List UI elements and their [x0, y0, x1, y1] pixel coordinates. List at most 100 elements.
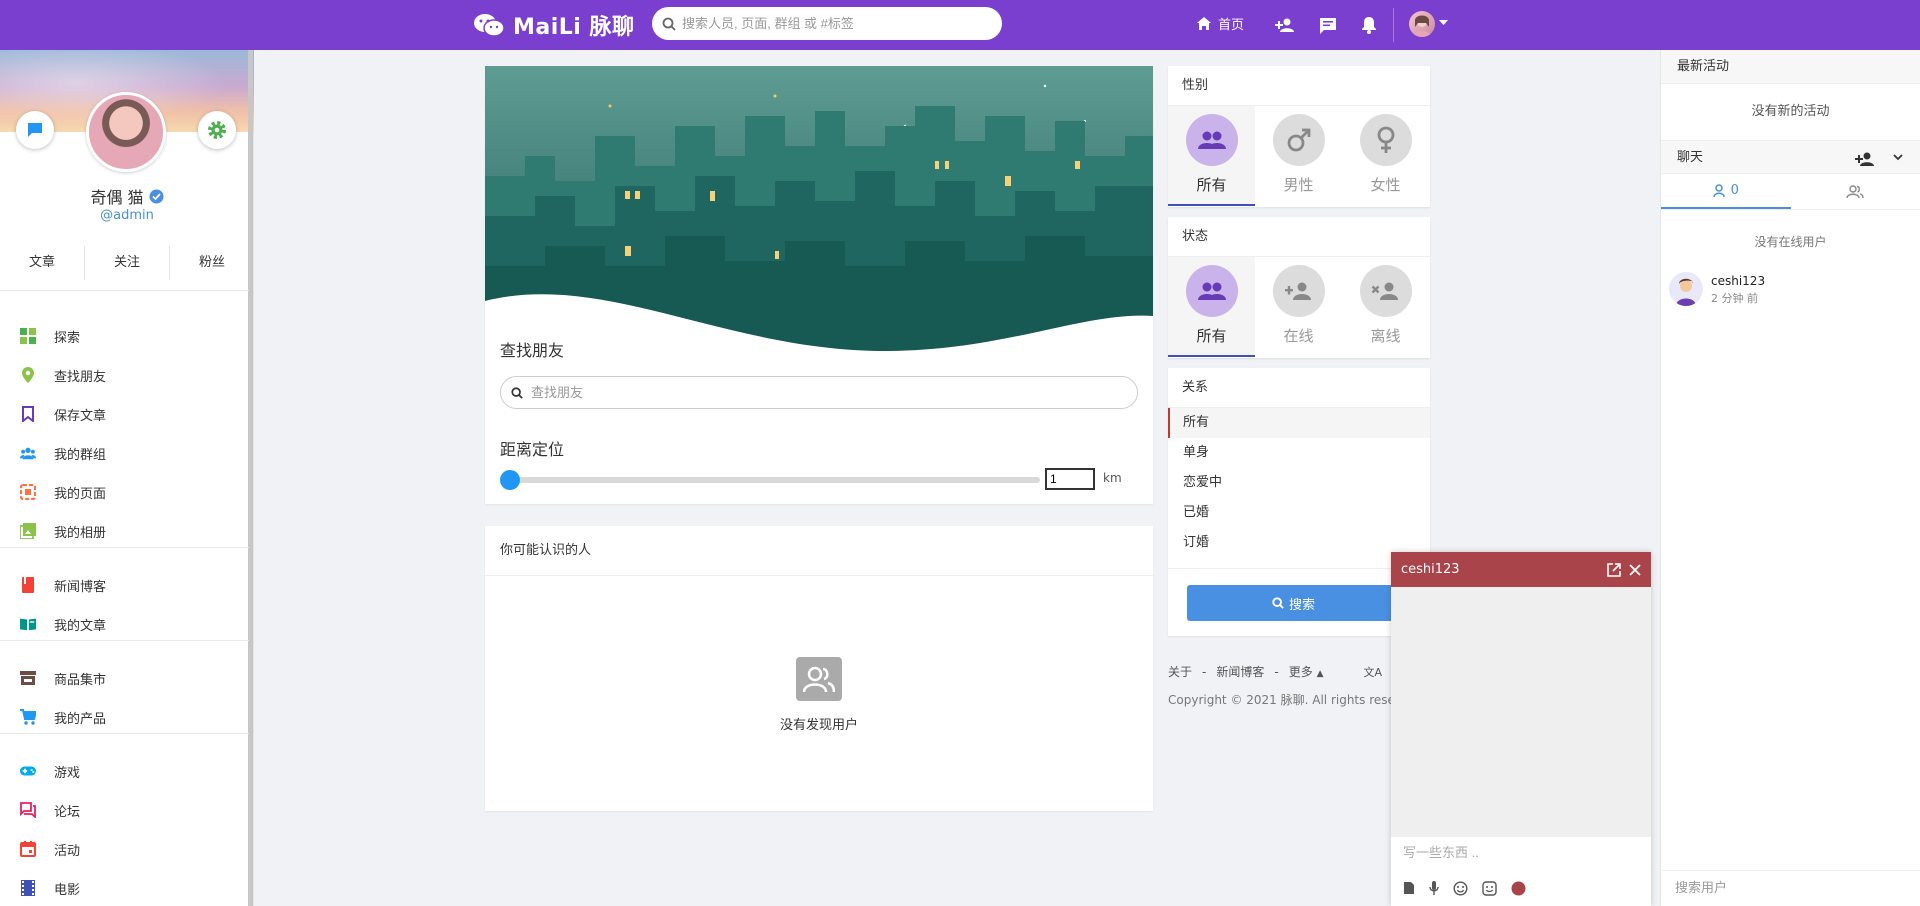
message-profile-button[interactable] [16, 111, 54, 149]
add-friend-icon[interactable] [1853, 151, 1877, 167]
tab-online-users[interactable]: 0 [1661, 174, 1791, 209]
chat-window-header[interactable]: ceshi123 [1391, 552, 1651, 587]
people-you-may-know-card: 你可能认识的人 没有发现用户 [485, 526, 1153, 811]
chat-input-box[interactable] [1391, 837, 1651, 871]
copyright: Copyright © 2021 脉聊. All rights reserved [1168, 693, 1422, 707]
status-all-option[interactable]: 所有 [1168, 257, 1255, 357]
status-online-option[interactable]: 在线 [1255, 257, 1342, 357]
gender-male-label: 男性 [1283, 176, 1314, 194]
global-search[interactable] [652, 7, 1002, 40]
gender-filter-title: 性别 [1168, 66, 1430, 106]
status-offline-label: 离线 [1370, 327, 1401, 345]
relationship-single-option[interactable]: 单身 [1168, 438, 1430, 468]
profile-avatar[interactable] [86, 92, 166, 172]
microphone-icon[interactable] [1429, 880, 1439, 896]
close-icon[interactable] [1629, 564, 1641, 576]
divider [0, 547, 249, 548]
sidebar-item-my-products[interactable]: 我的产品 [20, 705, 106, 729]
sidebar-item-find-friends[interactable]: 查找朋友 [20, 363, 106, 387]
distance-slider-track[interactable] [510, 477, 1040, 483]
distance-slider-thumb[interactable] [500, 470, 520, 490]
location-pin-icon [20, 367, 36, 383]
gear-icon [208, 121, 226, 139]
no-users-text: 没有发现用户 [779, 718, 858, 733]
nav-home-link[interactable]: 首页 [1196, 14, 1244, 33]
gender-female-option[interactable]: 女性 [1342, 106, 1429, 206]
color-picker-icon[interactable] [1511, 881, 1526, 896]
footer-more-link[interactable]: 更多 ▲ [1289, 663, 1324, 680]
sticker-icon[interactable] [1482, 880, 1497, 896]
footer-about-link[interactable]: 关于 [1168, 663, 1192, 680]
sidebar-item-explore[interactable]: 探索 [20, 324, 80, 348]
sidebar-item-forum[interactable]: 论坛 [20, 798, 80, 822]
emoji-icon[interactable] [1453, 880, 1468, 896]
status-filter: 状态 所有 在线 离线 [1168, 217, 1430, 358]
distance-title: 距离定位 [500, 440, 565, 459]
gender-all-option[interactable]: 所有 [1168, 106, 1255, 206]
filter-search-label: 搜索 [1288, 597, 1315, 613]
person-add-icon [1272, 265, 1325, 317]
people-title: 你可能认识的人 [485, 526, 1153, 576]
relationship-married-option[interactable]: 已婚 [1168, 498, 1430, 528]
friend-search-input[interactable] [531, 385, 1111, 400]
status-offline-option[interactable]: 离线 [1342, 257, 1429, 357]
relationship-in-love-option[interactable]: 恋爱中 [1168, 468, 1430, 498]
stat-following[interactable]: 关注 [85, 246, 169, 280]
distance-input[interactable] [1045, 468, 1095, 490]
contact-list-item[interactable]: ceshi123 2 分钟 前 [1669, 272, 1765, 306]
store-icon [20, 670, 36, 686]
nav-separator [1393, 8, 1394, 42]
contact-avatar [1669, 272, 1703, 306]
sidebar-item-events[interactable]: 活动 [20, 837, 80, 861]
sidebar-item-label: 保存文章 [54, 408, 107, 424]
explore-grid-icon [20, 328, 36, 344]
chevron-down-icon[interactable] [1893, 154, 1903, 161]
messages-icon[interactable] [1315, 12, 1341, 38]
caret-up-icon: ▲ [1316, 669, 1324, 679]
stat-followers[interactable]: 粉丝 [170, 246, 254, 280]
sidebar-scrollbar[interactable] [248, 50, 253, 906]
sidebar-item-news-blog[interactable]: 新闻博客 [20, 573, 106, 597]
user-search-input[interactable] [1675, 880, 1905, 895]
user-avatar-menu[interactable] [1409, 11, 1435, 37]
profile-handle[interactable]: @admin [0, 208, 254, 223]
file-attach-icon[interactable] [1403, 881, 1415, 895]
footer-blog-link[interactable]: 新闻博客 [1216, 663, 1264, 680]
chevron-down-icon[interactable] [1439, 20, 1448, 26]
divider [0, 640, 249, 641]
notifications-bell-icon[interactable] [1356, 12, 1382, 38]
stat-articles[interactable]: 文章 [0, 246, 84, 280]
gender-male-option[interactable]: 男性 [1255, 106, 1342, 206]
top-navbar: MaiLi 脉聊 首页 [0, 0, 1920, 50]
sidebar-item-my-articles[interactable]: 我的文章 [20, 612, 106, 636]
status-filter-title: 状态 [1168, 217, 1430, 257]
friend-search-box[interactable] [500, 376, 1138, 409]
open-in-new-icon[interactable] [1607, 563, 1621, 577]
profile-name-row: 奇偶 猫 [0, 184, 254, 208]
sidebar-item-my-groups[interactable]: 我的群组 [20, 441, 106, 465]
contact-name: ceshi123 [1711, 274, 1766, 288]
user-search-box[interactable] [1661, 870, 1920, 906]
sidebar-item-games[interactable]: 游戏 [20, 759, 80, 783]
sidebar-item-my-pages[interactable]: 我的页面 [20, 480, 106, 504]
sidebar-item-movies[interactable]: 电影 [20, 876, 80, 900]
logo[interactable]: MaiLi 脉聊 [473, 7, 635, 43]
sidebar-item-marketplace[interactable]: 商品集市 [20, 666, 106, 690]
language-icon[interactable]: 文A [1363, 664, 1382, 680]
gamepad-icon [20, 763, 36, 779]
sidebar-item-label: 我的产品 [54, 711, 107, 727]
sidebar-item-label: 游戏 [54, 765, 81, 781]
tab-all-contacts[interactable] [1791, 174, 1920, 209]
logo-text: MaiLi 脉聊 [513, 15, 635, 40]
relationship-all-option[interactable]: 所有 [1168, 408, 1430, 438]
settings-button[interactable] [198, 111, 236, 149]
profile-name[interactable]: 奇偶 猫 [90, 184, 143, 208]
global-search-input[interactable] [682, 16, 982, 31]
sidebar-item-saved-articles[interactable]: 保存文章 [20, 402, 106, 426]
nav-home-label: 首页 [1218, 18, 1245, 33]
filter-search-button[interactable]: 搜索 [1187, 585, 1400, 621]
find-friends-title: 查找朋友 [500, 341, 565, 360]
sidebar-item-my-albums[interactable]: 我的相册 [20, 519, 106, 543]
chat-message-input[interactable] [1403, 845, 1623, 860]
add-friend-icon[interactable] [1272, 12, 1298, 38]
